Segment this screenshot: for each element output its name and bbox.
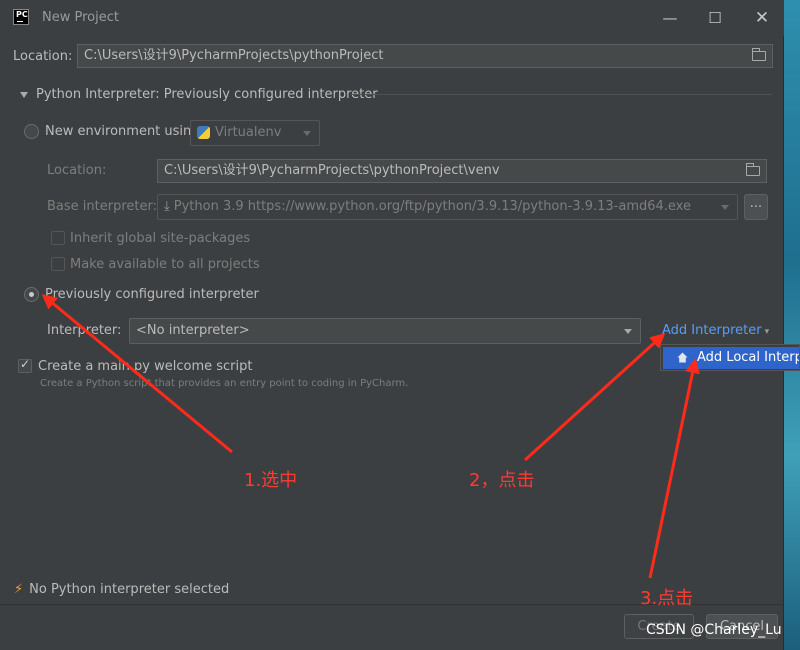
- annotation-step-3: 3.点击: [640, 588, 694, 609]
- new-environment-radio[interactable]: [24, 124, 39, 139]
- add-interpreter-popup: Add Local Interpreter...: [660, 344, 800, 371]
- inherit-packages-checkbox[interactable]: [51, 231, 65, 245]
- close-button[interactable]: ✕: [752, 8, 772, 28]
- environment-type-value: Virtualenv: [215, 125, 282, 140]
- pycharm-logo-icon: PC: [13, 9, 29, 25]
- location-field[interactable]: C:\Users\设计9\PycharmProjects\pythonProje…: [77, 44, 773, 68]
- new-project-dialog: PC New Project — ☐ ✕ Location: C:\Users\…: [0, 0, 800, 650]
- add-local-interpreter-item[interactable]: Add Local Interpreter...: [663, 347, 799, 369]
- section-divider: [352, 94, 772, 95]
- venv-location-value: C:\Users\设计9\PycharmProjects\pythonProje…: [164, 163, 500, 178]
- add-interpreter-label: Add Interpreter: [662, 323, 762, 338]
- chevron-down-icon: ▾: [764, 327, 770, 337]
- welcome-script-label[interactable]: Create a main.py welcome script: [38, 359, 252, 374]
- browse-button[interactable]: ...: [744, 194, 768, 220]
- make-available-label: Make available to all projects: [70, 257, 260, 272]
- welcome-script-checkbox[interactable]: [18, 357, 32, 373]
- location-value: C:\Users\设计9\PycharmProjects\pythonProje…: [84, 48, 384, 63]
- status-message: ⚡ No Python interpreter selected: [14, 582, 229, 597]
- chevron-down-icon: [721, 205, 729, 210]
- warning-bolt-icon: ⚡: [14, 582, 24, 597]
- home-icon: [677, 352, 688, 363]
- interpreter-value: <No interpreter>: [136, 323, 250, 338]
- triangle-down-icon: [20, 91, 28, 98]
- interpreter-label: Interpreter:: [47, 323, 122, 338]
- make-available-checkbox[interactable]: [51, 257, 65, 271]
- status-text: No Python interpreter selected: [29, 582, 230, 597]
- csdn-watermark: CSDN @Charley_Lu: [646, 622, 782, 638]
- inherit-packages-label: Inherit global site-packages: [70, 231, 251, 246]
- download-icon: ⤓: [164, 199, 170, 214]
- add-local-interpreter-label: Add Local Interpreter...: [697, 350, 799, 365]
- venv-location-label: Location:: [47, 163, 107, 178]
- maximize-button[interactable]: ☐: [705, 8, 725, 28]
- title-bar: PC New Project — ☐ ✕: [0, 0, 784, 36]
- new-environment-label[interactable]: New environment using: [45, 124, 200, 139]
- previous-interpreter-radio[interactable]: [24, 287, 39, 302]
- location-label: Location:: [13, 49, 73, 64]
- base-interpreter-label: Base interpreter:: [47, 199, 157, 214]
- base-interpreter-value: Python 3.9 https://www.python.org/ftp/py…: [173, 199, 691, 214]
- annotation-step-2: 2，点击: [469, 470, 535, 491]
- folder-icon[interactable]: [746, 163, 760, 176]
- previous-interpreter-label[interactable]: Previously configured interpreter: [45, 287, 259, 302]
- minimize-button[interactable]: —: [660, 8, 680, 28]
- chevron-down-icon: [624, 329, 632, 334]
- interpreter-section-toggle[interactable]: Python Interpreter: Previously configure…: [20, 87, 378, 102]
- window-title: New Project: [42, 10, 119, 25]
- add-interpreter-link[interactable]: Add Interpreter ▾: [662, 323, 769, 338]
- welcome-script-hint: Create a Python script that provides an …: [40, 378, 409, 389]
- folder-icon[interactable]: [752, 48, 766, 61]
- chevron-down-icon: [303, 131, 311, 136]
- annotation-step-1: 1.选中: [244, 470, 298, 491]
- environment-type-select[interactable]: Virtualenv: [190, 120, 320, 146]
- python-icon: [197, 126, 210, 139]
- base-interpreter-select[interactable]: ⤓ Python 3.9 https://www.python.org/ftp/p…: [157, 194, 738, 220]
- interpreter-section-header: Python Interpreter: Previously configure…: [36, 87, 378, 102]
- venv-location-field[interactable]: C:\Users\设计9\PycharmProjects\pythonProje…: [157, 159, 767, 183]
- interpreter-select[interactable]: <No interpreter>: [129, 318, 641, 344]
